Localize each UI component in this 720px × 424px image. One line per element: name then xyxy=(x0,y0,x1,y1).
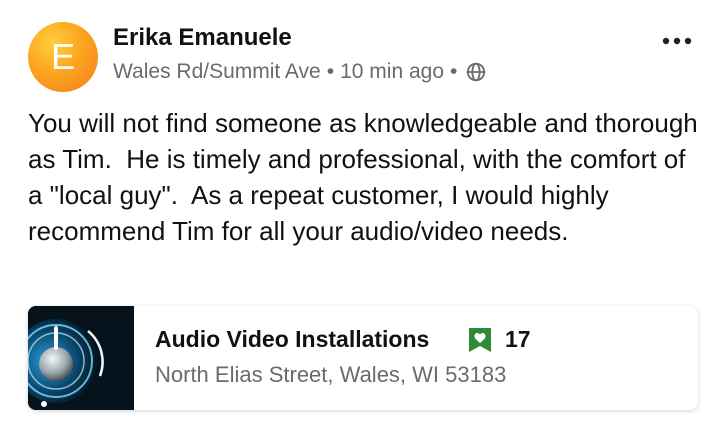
business-card[interactable]: Audio Video Installations 17 North Elias… xyxy=(28,306,698,410)
business-name[interactable]: Audio Video Installations xyxy=(155,326,429,353)
recommendation-count: 17 xyxy=(505,326,531,352)
more-options-icon[interactable] xyxy=(660,32,694,50)
avatar[interactable]: E xyxy=(28,22,98,92)
post-meta: Wales Rd/Summit Ave • 10 min ago • xyxy=(113,60,487,84)
author-name[interactable]: Erika Emanuele xyxy=(113,24,292,52)
neighborhood-label[interactable]: Wales Rd/Summit Ave xyxy=(113,60,321,84)
business-address: North Elias Street, Wales, WI 53183 xyxy=(155,362,507,387)
meta-separator: • xyxy=(326,60,335,83)
post-time: 10 min ago xyxy=(340,60,444,83)
globe-icon xyxy=(467,62,486,82)
heart-badge-icon xyxy=(469,328,491,352)
meta-separator: • xyxy=(450,60,458,83)
post-text: You will not find someone as knowledgeab… xyxy=(28,108,705,246)
avatar-initial: E xyxy=(50,36,75,77)
business-thumbnail xyxy=(28,306,134,410)
